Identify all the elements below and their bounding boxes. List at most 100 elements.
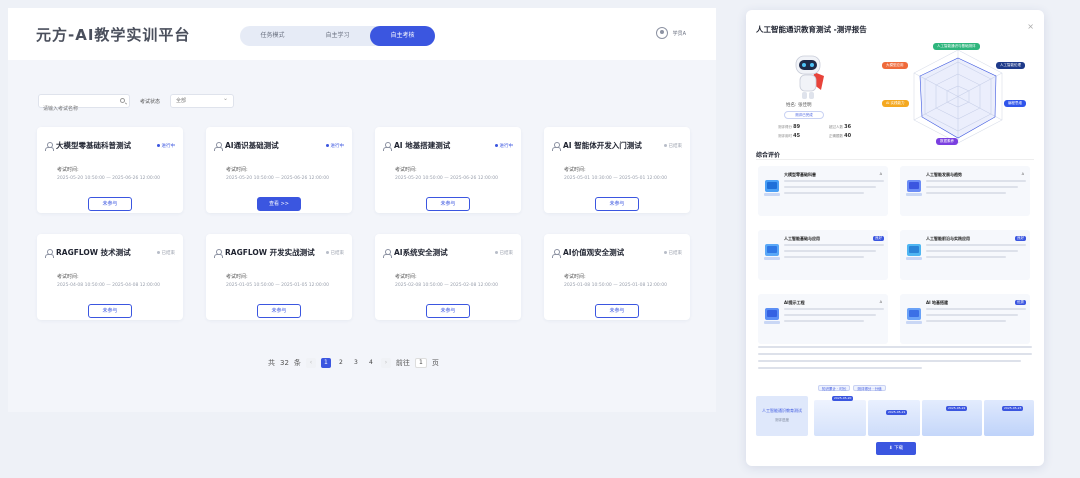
card-title: 大模型零基础科普测试 (56, 141, 131, 150)
tab-self-assessment[interactable]: 自主考核 (370, 26, 435, 46)
evaluation-illustration-icon (906, 308, 922, 324)
search-icon[interactable] (120, 98, 125, 103)
card-time-range: 2025-01-08 10:50:00 — 2025-01-08 12:00:0… (564, 283, 667, 288)
goto-page-input[interactable]: 1 (414, 358, 427, 368)
goto-label: 前往 (395, 359, 410, 367)
timeline-stage (814, 400, 866, 436)
timeline-toggles: 知识累计 · 时长 测评得分 · 分值 (818, 385, 886, 391)
page-3[interactable]: 3 (351, 358, 361, 368)
evaluation-title: AI 地基搭建 (926, 300, 948, 305)
page-4[interactable]: 4 (366, 358, 376, 368)
exam-card: AI价值观安全测试 已结束 考试时间: 2025-01-08 10:50:00 … (544, 234, 690, 320)
status-text: 已结束 (668, 250, 683, 256)
status-dot-icon (494, 144, 498, 147)
card-header: AI价值观安全测试 已结束 (552, 247, 682, 258)
tab-self-study[interactable]: 自主学习 (305, 26, 370, 46)
total-prefix: 共 (268, 359, 275, 367)
search-box[interactable] (38, 94, 130, 115)
status-badge: 进行中 (494, 143, 514, 149)
user-menu[interactable]: 学员A (655, 27, 686, 39)
card-title: AI通识基础测试 (225, 141, 279, 150)
radar-grid (913, 49, 1003, 144)
app-logo: 元方-AI教学实训平台 (36, 26, 191, 44)
evaluation-text (784, 308, 884, 338)
student-name: 姓名: 张佳明 (786, 103, 812, 108)
evaluation-illustration-icon (764, 308, 780, 324)
total-count: 32 (280, 359, 289, 367)
next-page-icon[interactable]: › (380, 358, 391, 368)
card-header: RAGFLOW 技术测试 已结束 (45, 247, 175, 258)
status-badge: 已结束 (663, 143, 682, 149)
evaluation-title: 人工智能前沿与实践应用 (926, 236, 970, 241)
stat-item: 超过人数 36 (829, 124, 852, 130)
card-action-button[interactable]: 未参与 (257, 304, 301, 318)
status-badge: 已结束 (156, 250, 176, 256)
status-text: 已结束 (161, 250, 176, 256)
stat-item: 测评得分 89 (778, 124, 801, 130)
progress-timeline: 知识累计 · 时长 测评得分 · 分值 人工智能通识教育测试 测评进度 2025… (756, 382, 1036, 438)
exam-card: AI系统安全测试 已结束 考试时间: 2025-02-08 10:50:00 —… (375, 234, 521, 320)
radar-chart: 人工智能通识与基础测评 人工智能伦理 大模型应用 AI 实践能力 编程思维 数据… (878, 38, 1038, 153)
status-dot-icon (663, 251, 667, 254)
status-badge: 已结束 (494, 250, 513, 256)
card-time-range: 2025-01-05 10:50:00 — 2025-01-05 12:00:0… (226, 283, 329, 288)
exam-user-icon (552, 141, 561, 151)
stat-item: 正确题数 40 (829, 133, 852, 139)
card-action-button[interactable]: 未参与 (595, 304, 639, 318)
exam-card: AI 智能体开发入门测试 已结束 考试时间: 2025-05-01 10:30:… (544, 127, 690, 213)
evaluation-card: AI 地基搭建 优秀 (900, 294, 1030, 344)
exam-user-icon (45, 141, 54, 151)
card-time-label: 考试时间: (57, 274, 79, 280)
status-text: 进行中 (499, 143, 514, 149)
card-header: AI通识基础测试 进行中 (214, 140, 344, 151)
radar-label: AI 实践能力 (882, 100, 909, 107)
status-select[interactable]: 全部 (170, 93, 235, 108)
card-header: AI 智能体开发入门测试 已结束 (552, 140, 682, 151)
card-time-label: 考试时间: (395, 274, 417, 280)
prev-page-icon[interactable]: ‹ (305, 358, 316, 368)
card-action-button[interactable]: 未参与 (426, 197, 470, 211)
section-title: 综合评价 (756, 152, 781, 159)
tab-task-mode[interactable]: 任务模式 (240, 26, 305, 46)
evaluation-grade: 优秀 (1015, 300, 1026, 305)
radar-label: 人工智能伦理 (996, 62, 1025, 69)
card-time-label: 考试时间: (226, 167, 248, 173)
card-time-range: 2025-05-20 10:50:00 — 2025-06-26 12:00:0… (395, 176, 498, 181)
card-action-button[interactable]: 未参与 (88, 197, 132, 211)
download-button[interactable]: ⬇ 下载 (876, 442, 916, 455)
page-2[interactable]: 2 (336, 358, 346, 368)
evaluation-card: 人工智能发展与趋势 A (900, 166, 1030, 216)
card-time-range: 2025-04-08 10:50:00 — 2025-04-08 12:00:0… (57, 283, 160, 288)
status-badge: 测评已完成 (784, 111, 824, 119)
timeline-box-sub: 测评进度 (775, 418, 789, 422)
evaluation-text (926, 308, 1026, 338)
evaluation-title: AI提示工程 (784, 300, 805, 305)
evaluation-grade: 良好 (873, 236, 884, 241)
toggle-score[interactable]: 测评得分 · 分值 (853, 385, 886, 391)
evaluation-card: 人工智能基础与应用 良好 (758, 230, 888, 280)
card-title: AI 地基搭建测试 (394, 141, 451, 150)
timeline-point: 2025-05-23 (1002, 406, 1024, 411)
timeline-box-title: 人工智能通识教育测试 (762, 408, 802, 413)
user-avatar-icon (655, 27, 668, 39)
card-action-button[interactable]: 未参与 (595, 197, 639, 211)
card-action-button[interactable]: 未参与 (426, 304, 470, 318)
evaluation-illustration-icon (764, 244, 780, 260)
evaluation-grid: 大模型零基础科普 A 人工智能发展与趋势 A 人工智能基础与应用 良好 人工智能… (758, 166, 1030, 344)
card-time-label: 考试时间: (57, 167, 79, 173)
card-header: AI系统安全测试 已结束 (383, 247, 513, 258)
evaluation-title: 人工智能发展与趋势 (926, 172, 962, 177)
close-icon[interactable]: × (1027, 22, 1034, 31)
card-action-button[interactable]: 未参与 (88, 304, 132, 318)
evaluation-illustration-icon (764, 180, 780, 196)
exam-user-icon (45, 248, 54, 258)
card-action-button[interactable]: 查看 >> (257, 197, 301, 211)
radar-label: 人工智能通识与基础测评 (933, 43, 980, 50)
page-1[interactable]: 1 (320, 358, 331, 368)
goto-suffix: 页 (431, 359, 439, 367)
search-input[interactable] (39, 103, 119, 115)
toggle-duration[interactable]: 知识累计 · 时长 (818, 385, 851, 391)
evaluation-illustration-icon (906, 180, 922, 196)
timeline-stage (868, 400, 920, 436)
card-time-range: 2025-02-08 10:50:00 — 2025-02-08 12:00:0… (395, 283, 498, 288)
